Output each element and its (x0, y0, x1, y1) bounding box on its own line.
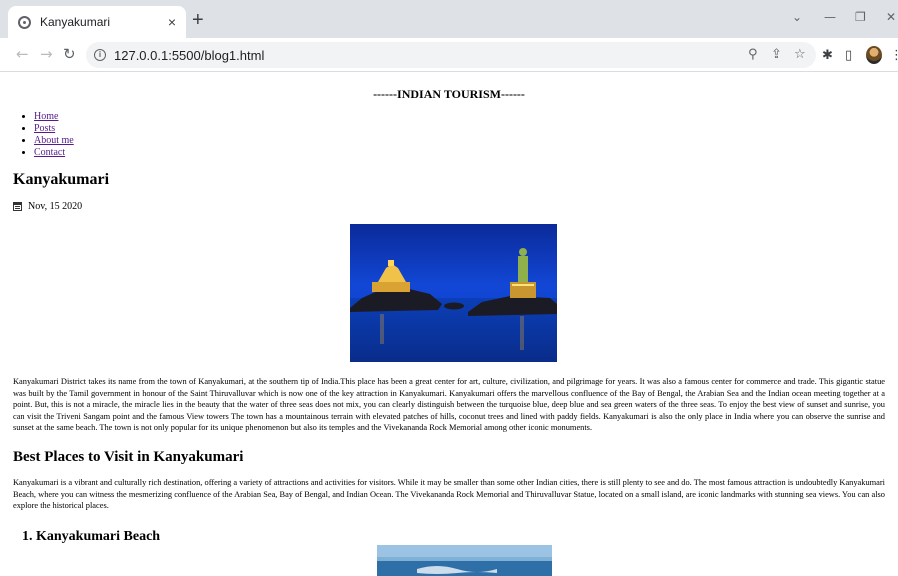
tab-strip: Kanyakumari × + ⌄ — ❐ ✕ (0, 0, 898, 38)
menu-icon[interactable]: ⋮ (890, 48, 898, 63)
new-tab-button[interactable]: + (192, 10, 204, 30)
kanyakumari-hero-image (350, 224, 557, 362)
post-date: Nov, 15 2020 (13, 201, 82, 212)
nav-item-home: Home (34, 111, 74, 123)
nav-item-posts: Posts (34, 123, 74, 135)
minimize-button[interactable]: — (824, 10, 836, 24)
forward-button[interactable]: → (40, 45, 53, 63)
reload-button[interactable]: ↻ (63, 45, 76, 63)
close-window-button[interactable]: ✕ (886, 10, 896, 24)
calendar-icon (13, 202, 22, 211)
tab-close-icon[interactable]: × (168, 14, 176, 30)
nav-item-contact: Contact (34, 147, 74, 159)
browser-toolbar: ← → ↻ i 127.0.0.1:5500/blog1.html ⚲ ⇪ ☆ … (0, 38, 898, 72)
address-bar[interactable]: i 127.0.0.1:5500/blog1.html ⚲ ⇪ ☆ (86, 42, 816, 68)
extensions-icon[interactable]: ✱ (822, 48, 833, 63)
bookmark-star-icon[interactable]: ☆ (794, 47, 806, 62)
nav-item-about: About me (34, 135, 74, 147)
page-content: ------INDIAN TOURISM------ Home Posts Ab… (0, 73, 898, 576)
back-button[interactable]: ← (16, 45, 29, 63)
site-title: ------INDIAN TOURISM------ (373, 87, 525, 101)
section-heading: Best Places to Visit in Kanyakumari (13, 449, 244, 465)
kanyakumari-beach-image (377, 545, 552, 576)
profile-avatar[interactable] (866, 46, 882, 64)
sub-heading: 1. Kanyakumari Beach (22, 529, 161, 544)
side-panel-icon[interactable]: ▯ (845, 48, 852, 63)
globe-icon (18, 15, 31, 29)
intro-paragraph: Kanyakumari District takes its name from… (13, 377, 885, 432)
nav-link-contact[interactable]: Contact (34, 147, 65, 158)
nav-link-about[interactable]: About me (34, 135, 74, 146)
share-icon[interactable]: ⇪ (771, 47, 782, 62)
post-date-text: Nov, 15 2020 (28, 201, 83, 212)
browser-tab[interactable]: Kanyakumari × (8, 6, 186, 38)
tab-title: Kanyakumari (40, 15, 111, 29)
post-title: Kanyakumari (13, 171, 110, 188)
restore-button[interactable]: ❐ (855, 10, 866, 24)
url-text[interactable]: 127.0.0.1:5500/blog1.html (114, 48, 264, 63)
site-nav: Home Posts About me Contact (22, 111, 74, 159)
nav-link-posts[interactable]: Posts (34, 123, 55, 134)
section-paragraph: Kanyakumari is a vibrant and culturally … (13, 478, 885, 510)
tab-search-icon[interactable]: ⌄ (792, 10, 802, 24)
site-info-icon[interactable]: i (94, 49, 106, 61)
nav-link-home[interactable]: Home (34, 111, 58, 122)
zoom-icon[interactable]: ⚲ (748, 47, 758, 62)
